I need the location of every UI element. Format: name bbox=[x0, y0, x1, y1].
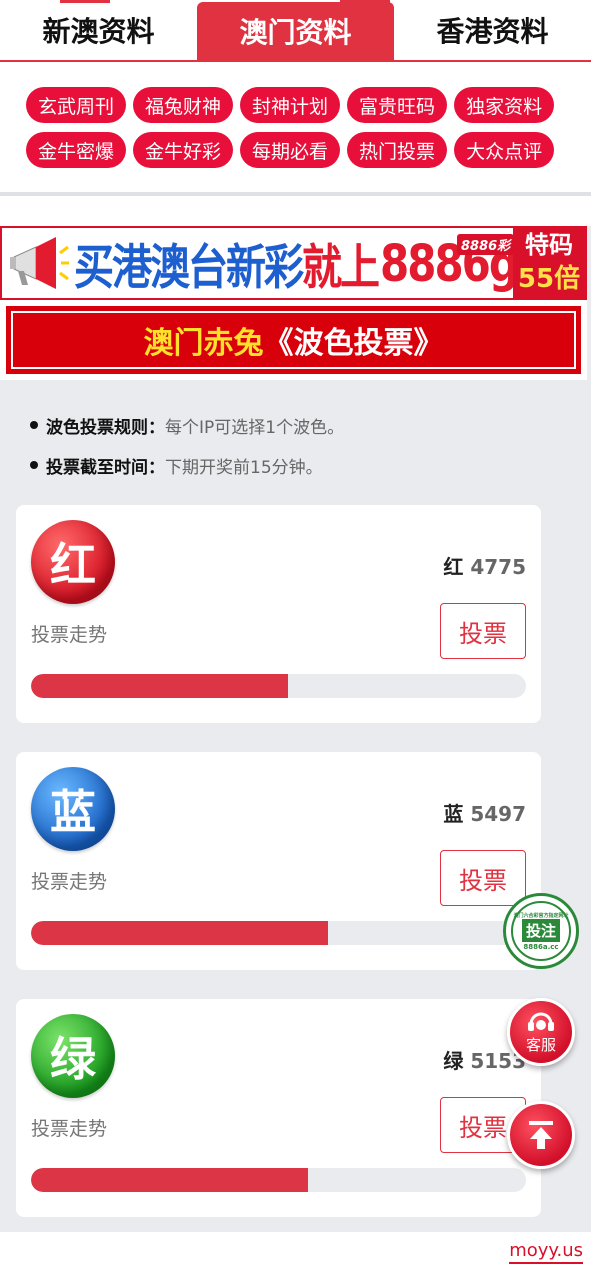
green-ball-icon: 绿 bbox=[31, 1014, 115, 1098]
link-pill[interactable]: 富贵旺码 bbox=[347, 87, 448, 123]
rule-value: 下期开奖前15分钟。 bbox=[165, 457, 323, 478]
vote-count: 红 4775 bbox=[443, 551, 526, 580]
color-label: 红 bbox=[443, 555, 464, 579]
headset-icon bbox=[528, 1012, 554, 1031]
trend-label: 投票走势 bbox=[31, 624, 108, 646]
tab-xinao[interactable]: 新澳资料 bbox=[0, 0, 197, 60]
vote-progress bbox=[31, 921, 526, 945]
ad-odds-line2: 55倍 bbox=[517, 264, 581, 294]
trend-label: 投票走势 bbox=[31, 1118, 108, 1140]
rule-value: 每个IP可选择1个波色。 bbox=[165, 417, 345, 438]
vote-progress-fill bbox=[31, 674, 289, 698]
color-label: 蓝 bbox=[443, 802, 464, 826]
region-tabs: 新澳资料 澳门资料 香港资料 bbox=[0, 0, 591, 62]
links-row: 玄武周刊 福兔财神 封神计划 富贵旺码 独家资料 bbox=[26, 87, 569, 123]
rule-item: 投票截至时间： 下期开奖前15分钟。 bbox=[30, 450, 570, 480]
vote-progress bbox=[31, 674, 526, 698]
link-pill[interactable]: 封神计划 bbox=[240, 87, 341, 123]
bet-label: 投注 bbox=[521, 919, 560, 942]
ad-odds: 特码 55倍 bbox=[513, 228, 585, 298]
color-label: 绿 bbox=[443, 1049, 464, 1073]
vote-button-red[interactable]: 投票 bbox=[440, 603, 526, 659]
vote-rules: 波色投票规则： 每个IP可选择1个波色。 投票截至时间： 下期开奖前15分钟。 bbox=[30, 410, 570, 490]
spacer bbox=[0, 196, 591, 226]
customer-service-button[interactable]: 客服 bbox=[507, 998, 575, 1066]
back-to-top-button[interactable] bbox=[507, 1101, 575, 1169]
link-pill[interactable]: 每期必看 bbox=[240, 132, 341, 168]
trend-label: 投票走势 bbox=[31, 871, 108, 893]
watermark-text: moyy.us bbox=[509, 1240, 583, 1264]
bet-badge[interactable]: 澳门六合彩官方指定网址 投注 8886a.cc bbox=[503, 893, 579, 969]
ad-text-blue: 买港澳台新彩 bbox=[74, 240, 304, 296]
vote-card-blue: 蓝 蓝 5497 投票走势 投票 bbox=[16, 752, 541, 970]
vote-progress-fill bbox=[31, 921, 328, 945]
links-row: 金牛密爆 金牛好彩 每期必看 热门投票 大众点评 bbox=[26, 132, 569, 168]
link-pill[interactable]: 大众点评 bbox=[454, 132, 555, 168]
ad-brand-badge: 8886彩 bbox=[457, 234, 515, 255]
vote-progress bbox=[31, 1168, 526, 1192]
vote-count: 蓝 5497 bbox=[443, 798, 526, 827]
link-pill[interactable]: 玄武周刊 bbox=[26, 87, 127, 123]
rule-key: 投票截至时间： bbox=[46, 457, 165, 478]
bullet-icon bbox=[30, 421, 38, 429]
bullet-icon bbox=[30, 461, 38, 469]
tab-macau[interactable]: 澳门资料 bbox=[197, 2, 394, 60]
link-pill[interactable]: 独家资料 bbox=[454, 87, 555, 123]
vote-number: 4775 bbox=[470, 555, 526, 579]
page-title: 澳门赤兔 《波色投票》 bbox=[11, 311, 576, 369]
link-pill[interactable]: 热门投票 bbox=[347, 132, 448, 168]
red-ball-icon: 红 bbox=[31, 520, 115, 604]
link-pill[interactable]: 金牛好彩 bbox=[133, 132, 234, 168]
title-part1: 澳门赤兔 bbox=[143, 326, 264, 361]
bet-ring-text: 澳门六合彩官方指定网址 bbox=[513, 913, 569, 919]
link-pill[interactable]: 金牛密爆 bbox=[26, 132, 127, 168]
tab-hongkong[interactable]: 香港资料 bbox=[394, 0, 591, 60]
vote-card-green: 绿 绿 5153 投票走势 投票 bbox=[16, 999, 541, 1217]
footer bbox=[0, 1232, 591, 1267]
ad-text-red: 就上 bbox=[302, 240, 380, 296]
ad-odds-line1: 特码 bbox=[525, 231, 573, 259]
rule-item: 波色投票规则： 每个IP可选择1个波色。 bbox=[30, 410, 570, 440]
title-banner: 澳门赤兔 《波色投票》 bbox=[0, 300, 587, 380]
vote-button-blue[interactable]: 投票 bbox=[440, 850, 526, 906]
vote-progress-fill bbox=[31, 1168, 309, 1192]
arrow-up-icon bbox=[529, 1121, 553, 1149]
bet-domain: 8886a.cc bbox=[523, 943, 559, 951]
vote-card-red: 红 红 4775 投票走势 投票 bbox=[16, 505, 541, 723]
service-label: 客服 bbox=[525, 1035, 556, 1054]
link-pill[interactable]: 福兔财神 bbox=[133, 87, 234, 123]
rule-key: 波色投票规则： bbox=[46, 417, 165, 438]
ad-text: 买港澳台新彩就上 bbox=[74, 228, 380, 298]
bet-badge-inner: 澳门六合彩官方指定网址 投注 8886a.cc bbox=[511, 901, 571, 961]
megaphone-icon bbox=[2, 228, 74, 298]
vote-number: 5497 bbox=[470, 802, 526, 826]
ad-banner[interactable]: 买港澳台新彩就上 8886g.cc 8886彩 特码 55倍 bbox=[0, 226, 587, 300]
blue-ball-icon: 蓝 bbox=[31, 767, 115, 851]
title-banner-frame: 澳门赤兔 《波色投票》 bbox=[6, 306, 581, 374]
title-part2: 《波色投票》 bbox=[263, 326, 444, 361]
quick-links: 玄武周刊 福兔财神 封神计划 富贵旺码 独家资料 金牛密爆 金牛好彩 每期必看 … bbox=[0, 62, 591, 192]
